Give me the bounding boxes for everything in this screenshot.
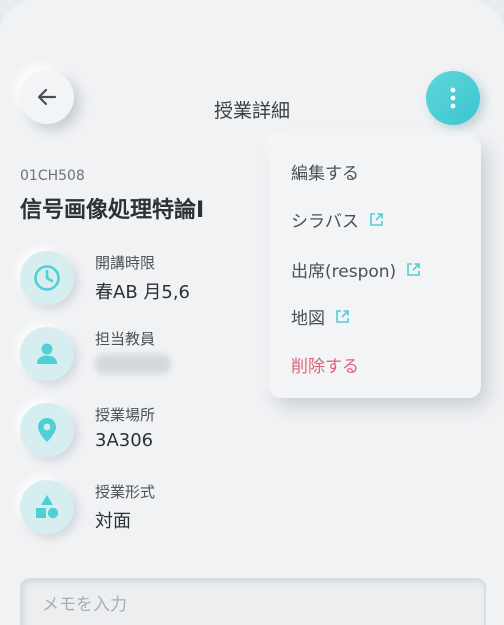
menu-item-label: 出席(respon) (291, 262, 397, 282)
menu-item-syllabus[interactable]: シラバス (291, 207, 384, 232)
info-label: 授業形式 (95, 483, 156, 501)
info-label: 開講時限 (95, 254, 156, 272)
menu-item-map[interactable]: 地図 (291, 304, 350, 329)
info-label: 授業場所 (95, 406, 156, 424)
info-row-format: 授業形式 対面 (20, 480, 320, 536)
blurred-instructor-name (95, 354, 171, 374)
external-link-icon (335, 309, 350, 324)
menu-item-attendance[interactable]: 出席(respon) (291, 257, 421, 282)
menu-item-label: 編集する (291, 164, 359, 184)
shapes-icon (20, 480, 74, 534)
info-value: 対面 (95, 511, 131, 532)
more-menu-dropdown: 編集する シラバス 出席(respon) 地図 削除する (269, 136, 481, 398)
info-row-location: 授業場所 3A306 (20, 403, 320, 459)
person-icon (20, 327, 74, 381)
external-link-icon (406, 262, 421, 277)
memo-input[interactable] (40, 594, 464, 616)
menu-item-delete[interactable]: 削除する (291, 352, 359, 377)
info-label: 担当教員 (95, 330, 156, 348)
menu-item-label: 地図 (291, 309, 325, 329)
menu-item-label: 削除する (291, 357, 359, 377)
course-name: 信号画像処理特論I (20, 198, 205, 223)
external-link-icon (369, 212, 384, 227)
course-code: 01CH508 (20, 168, 85, 184)
info-value: 春AB 月5,6 (95, 282, 191, 303)
info-value-instructor (95, 354, 171, 379)
location-pin-icon (20, 403, 74, 457)
menu-item-edit[interactable]: 編集する (291, 159, 359, 184)
menu-item-label: シラバス (291, 212, 359, 232)
more-vertical-icon (449, 86, 457, 110)
more-menu-button[interactable] (426, 71, 480, 125)
info-value: 3A306 (95, 430, 154, 451)
clock-icon (20, 251, 74, 305)
course-detail-screen: 授業詳細 01CH508 信号画像処理特論I 開講時限 春AB 月5,6 担当教… (0, 0, 504, 625)
memo-field[interactable] (20, 578, 486, 625)
